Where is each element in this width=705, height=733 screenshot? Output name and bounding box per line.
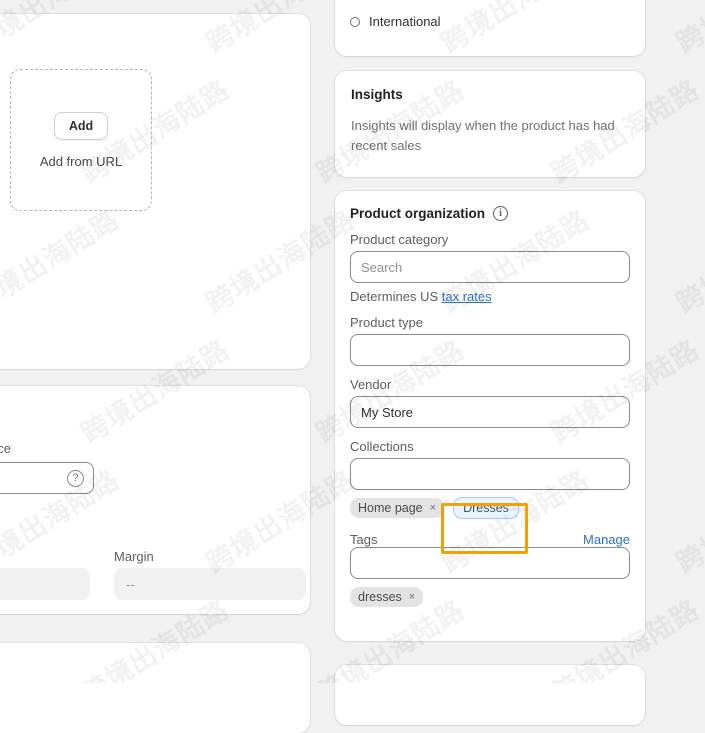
margin-field: --	[114, 568, 306, 600]
margin-value: --	[126, 576, 135, 592]
media-card: Add Add from URL	[0, 14, 310, 369]
tax-rates-link[interactable]: tax rates	[442, 289, 492, 304]
product-organization-header: Product organization i	[350, 206, 630, 221]
manage-tags-link[interactable]: Manage	[583, 532, 630, 547]
close-icon[interactable]: ×	[430, 502, 436, 514]
tags-header: Tags Manage	[350, 532, 630, 547]
product-type-input[interactable]	[350, 334, 630, 366]
collection-chip-list: Home page × Dresses	[350, 497, 630, 519]
margin-label: Margin	[114, 549, 154, 564]
determines-prefix: Determines US	[350, 289, 442, 304]
question-circle-icon[interactable]: ?	[67, 469, 84, 487]
media-dropzone[interactable]: Add Add from URL	[10, 69, 152, 211]
tag-chip-dresses[interactable]: dresses ×	[350, 587, 424, 607]
collection-chip-home-page[interactable]: Home page ×	[350, 498, 445, 518]
tags-input[interactable]	[350, 547, 630, 579]
add-from-url-link[interactable]: Add from URL	[40, 154, 122, 169]
close-icon[interactable]: ×	[409, 591, 415, 603]
determines-tax-text: Determines US tax rates	[350, 289, 630, 304]
product-category-input[interactable]	[350, 251, 630, 283]
collection-chip-dresses[interactable]: Dresses	[453, 497, 519, 519]
product-organization-card: Product organization i Product category …	[335, 191, 645, 641]
product-type-label: Product type	[350, 315, 423, 330]
shipping-card: International	[335, 0, 645, 56]
price-field[interactable]: ?	[0, 462, 94, 494]
collections-input[interactable]	[350, 458, 630, 490]
add-media-button[interactable]: Add	[53, 111, 109, 140]
info-circle-icon[interactable]: i	[493, 206, 508, 221]
pricing-card: rice ? Margin --	[0, 386, 310, 614]
international-option[interactable]: International	[350, 14, 441, 29]
product-category-label: Product category	[350, 232, 449, 247]
compare-price-field	[0, 568, 90, 600]
vendor-input[interactable]	[350, 396, 630, 428]
insights-card: Insights Insights will display when the …	[335, 71, 645, 177]
vendor-label: Vendor	[350, 377, 392, 392]
product-organization-title: Product organization	[350, 206, 485, 221]
chip-label: dresses	[358, 590, 402, 604]
collections-label: Collections	[350, 439, 414, 454]
insights-body: Insights will display when the product h…	[351, 118, 615, 154]
tags-label: Tags	[350, 532, 378, 547]
tag-chip-list: dresses ×	[350, 587, 630, 607]
radio-unselected-icon[interactable]	[350, 16, 360, 27]
bottom-left-card	[0, 643, 310, 733]
bottom-right-card	[335, 665, 645, 725]
insights-title: Insights	[351, 87, 403, 102]
chip-label: Home page	[358, 501, 423, 515]
international-label: International	[369, 14, 441, 29]
price-label: rice	[0, 441, 11, 456]
